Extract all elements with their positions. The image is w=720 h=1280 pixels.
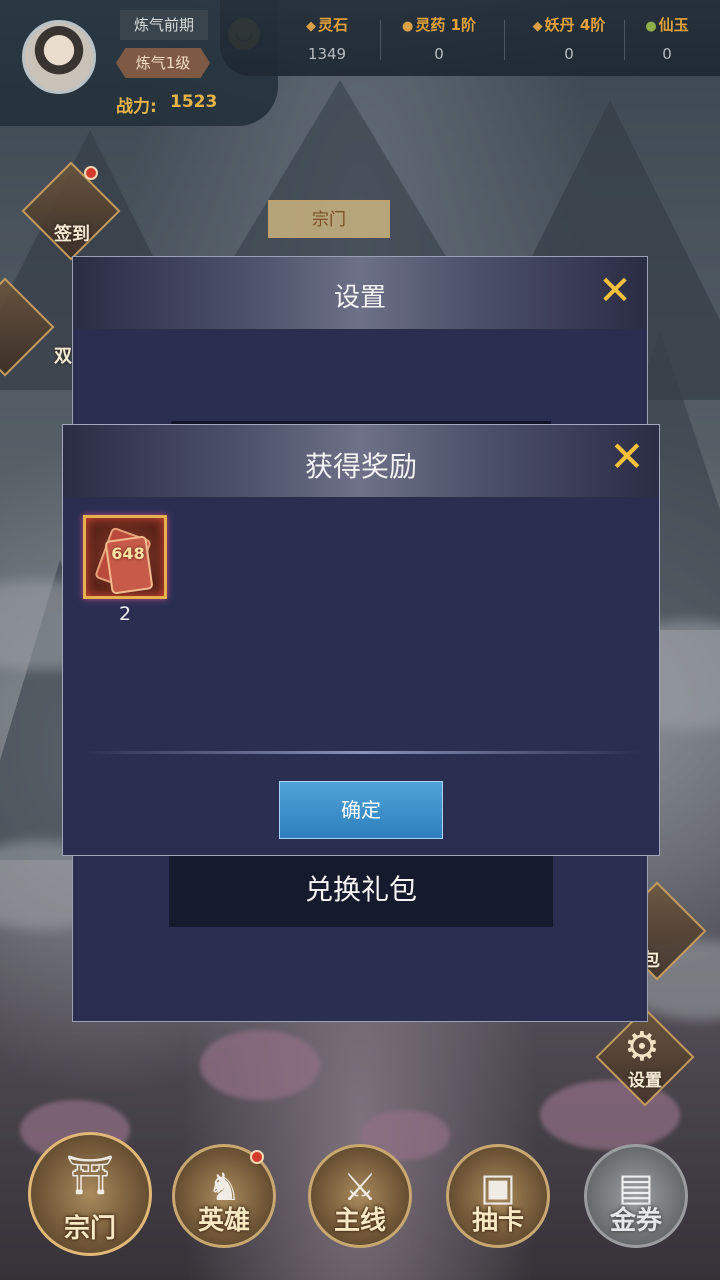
demon-core-icon: ◆ bbox=[532, 19, 543, 34]
reward-close-icon[interactable]: ✕ bbox=[607, 436, 647, 478]
gear-icon: ⚙ bbox=[624, 1024, 660, 1070]
reward-dialog: 获得奖励 ✕ 648 2 确定 bbox=[62, 424, 660, 856]
sect-tag[interactable]: 宗门 bbox=[268, 200, 390, 238]
resource-bar: ◆ 灵石 1349 ● 灵药 1阶 0 ◆ 妖丹 4阶 0 ● 仙玉 0 bbox=[220, 0, 720, 76]
player-avatar[interactable] bbox=[22, 20, 96, 94]
reward-item-card[interactable]: 648 bbox=[83, 515, 167, 599]
resource-spirit-stone[interactable]: ◆ 灵石 1349 bbox=[272, 14, 382, 63]
power-label: 战力: bbox=[116, 97, 157, 117]
item-value-text: 648 bbox=[111, 544, 145, 563]
item-count: 2 bbox=[118, 603, 132, 625]
jade-icon: ● bbox=[645, 19, 657, 34]
reward-title: 获得奖励 bbox=[304, 450, 417, 483]
spirit-stone-icon: ◆ bbox=[305, 19, 316, 34]
nav-draw-card[interactable]: ▣ 抽卡 bbox=[446, 1144, 550, 1248]
settings-close-icon[interactable]: ✕ bbox=[595, 271, 635, 311]
nav-sect[interactable]: ⛩ 宗门 bbox=[28, 1132, 152, 1256]
resource-value: 0 bbox=[564, 45, 574, 63]
herb-icon: ● bbox=[401, 19, 414, 34]
confirm-button[interactable]: 确定 bbox=[279, 781, 443, 839]
pagoda-icon: ⛩ bbox=[65, 1153, 115, 1197]
redeem-gift-button[interactable]: 兑换礼包 bbox=[169, 853, 553, 927]
resource-demon-core[interactable]: ◆ 妖丹 4阶 0 bbox=[514, 14, 624, 63]
resource-herb[interactable]: ● 灵药 1阶 0 bbox=[384, 14, 494, 63]
notification-dot bbox=[250, 1150, 264, 1164]
nav-gold-voucher[interactable]: ▤ 金券 bbox=[584, 1144, 688, 1248]
level-badge: 炼气1级 bbox=[116, 48, 210, 78]
power-value: 1523 bbox=[170, 92, 218, 112]
nav-main-quest[interactable]: ⚔ 主线 bbox=[308, 1144, 412, 1248]
settings-title: 设置 bbox=[333, 283, 386, 313]
divider bbox=[83, 751, 641, 754]
resource-value: 0 bbox=[434, 45, 444, 63]
realm-label: 炼气前期 bbox=[120, 10, 208, 40]
notification-dot bbox=[84, 166, 98, 180]
resource-jade[interactable]: ● 仙玉 0 bbox=[612, 14, 720, 63]
resource-value: 0 bbox=[662, 45, 672, 63]
resource-value: 1349 bbox=[307, 45, 347, 63]
